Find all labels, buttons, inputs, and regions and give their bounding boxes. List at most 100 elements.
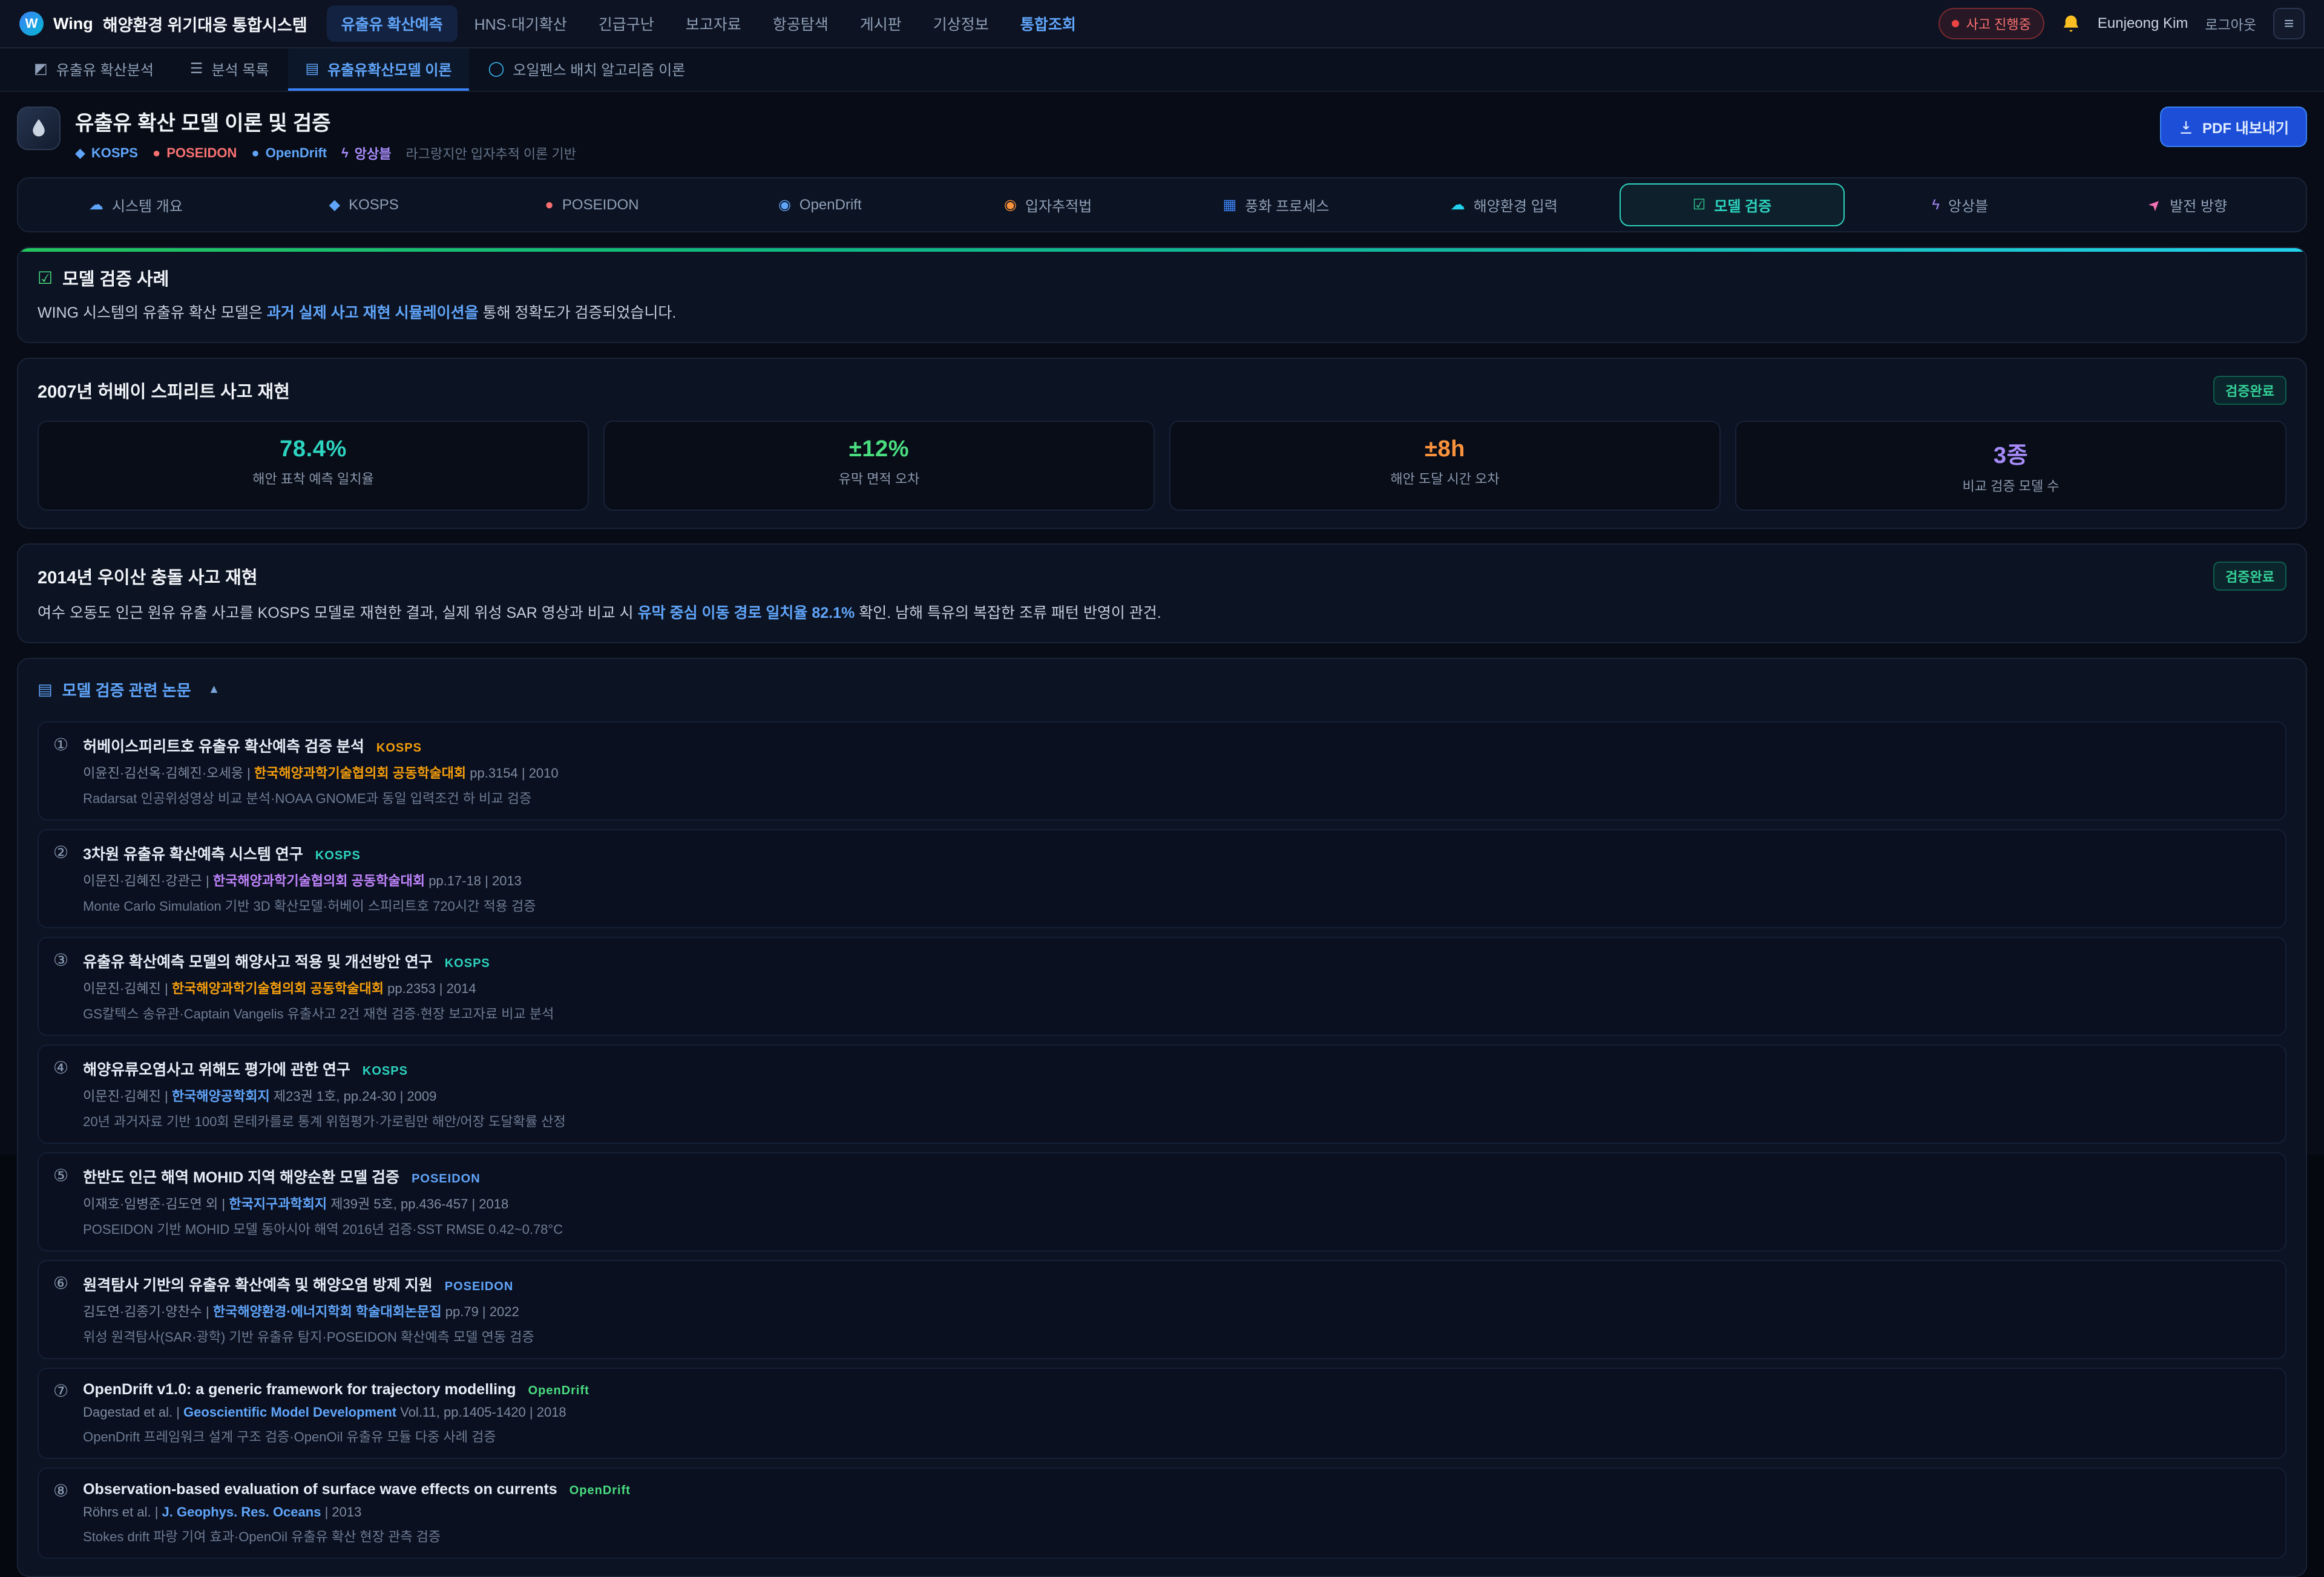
section-tab-label: KOSPS <box>349 197 399 214</box>
stat-label: 해안 도달 시간 오차 <box>1183 468 1707 488</box>
paper-row[interactable]: ② 3차원 유출유 확산예측 시스템 연구 KOSPS 이문진·김혜진·강관근 … <box>38 829 2286 928</box>
section-tab[interactable]: ☁ 해양환경 입력 <box>1391 183 1617 226</box>
paper-journal: Geoscientific Model Development <box>183 1405 396 1420</box>
wuisan-body: 여수 오동도 인근 원유 유출 사고를 KOSPS 모델로 재현한 결과, 실제… <box>38 602 2286 625</box>
section-tab[interactable]: ● POSEIDON <box>479 183 705 226</box>
paper-row[interactable]: ⑤ 한반도 인근 해역 MOHID 지역 해양순환 모델 검증 POSEIDON… <box>38 1152 2286 1251</box>
nav-item[interactable]: HNS·대기확산 <box>460 5 582 42</box>
nav-item[interactable]: 기상정보 <box>919 5 1003 42</box>
stat-box: ±12% 유막 면적 오차 <box>603 421 1155 511</box>
section-tab[interactable]: ☁ 시스템 개요 <box>23 183 249 226</box>
sub-tab[interactable]: ☰ 분석 목록 <box>173 48 286 91</box>
nav-item[interactable]: 보고자료 <box>671 5 756 42</box>
paper-number: ① <box>53 735 68 807</box>
sub-tab-label: 오일펜스 배치 알고리즘 이론 <box>513 58 685 79</box>
paper-title: Observation-based evaluation of surface … <box>83 1481 557 1498</box>
paper-number: ② <box>53 842 68 915</box>
paper-description: Stokes drift 파랑 기여 효과·OpenOil 유출유 확산 현장 … <box>83 1526 631 1546</box>
hamburger-menu-button[interactable]: ≡ <box>2273 8 2305 39</box>
section-tab[interactable]: ➤ 발전 방향 <box>2075 183 2301 226</box>
incident-label: 사고 진행중 <box>1966 14 2031 33</box>
paper-row[interactable]: ⑧ Observation-based evaluation of surfac… <box>38 1467 2286 1559</box>
pdf-export-button[interactable]: PDF 내보내기 <box>2160 107 2307 147</box>
checkbox-icon: ☑ <box>38 268 53 288</box>
paper-title: 원격탐사 기반의 유출유 확산예측 및 해양오염 방제 지원 <box>83 1273 433 1295</box>
stat-label: 비교 검증 모델 수 <box>1748 476 2273 495</box>
wuisan-link[interactable]: 유막 중심 이동 경로 일치율 82.1% <box>638 605 855 621</box>
stat-label: 해안 표착 예측 일치율 <box>51 468 576 488</box>
paper-model-tag: KOSPS <box>363 1064 408 1078</box>
nav-item[interactable]: 항공탐색 <box>758 5 843 42</box>
paper-content: 3차원 유출유 확산예측 시스템 연구 KOSPS 이문진·김혜진·강관근 | … <box>83 842 536 915</box>
hebei-card-head: 2007년 허베이 스피리트 사고 재현 검증완료 <box>38 376 2286 405</box>
paper-row[interactable]: ① 허베이스피리트호 유출유 확산예측 검증 분석 KOSPS 이윤진·김선옥·… <box>38 721 2286 821</box>
section-tab[interactable]: ◆ KOSPS <box>251 183 477 226</box>
stat-value: 3종 <box>1748 436 2273 470</box>
papers-header[interactable]: ▤ 모델 검증 관련 논문 ▲ <box>38 676 2286 713</box>
stat-box: 78.4% 해안 표착 예측 일치율 <box>38 421 589 511</box>
page-header: 유출유 확산 모델 이론 및 검증 ◆ KOSPS ● POSEIDON ● <box>17 107 2307 163</box>
paper-content: 허베이스피리트호 유출유 확산예측 검증 분석 KOSPS 이윤진·김선옥·김혜… <box>83 735 559 807</box>
bolt-icon: ϟ <box>1932 198 1940 212</box>
section-tab-label: OpenDrift <box>799 197 862 214</box>
paper-row[interactable]: ③ 유출유 확산예측 모델의 해양사고 적용 및 개선방안 연구 KOSPS 이… <box>38 937 2286 1036</box>
paper-row[interactable]: ⑥ 원격탐사 기반의 유출유 확산예측 및 해양오염 방제 지원 POSEIDO… <box>38 1260 2286 1359</box>
collapse-icon[interactable]: ▲ <box>208 683 220 697</box>
sub-tab-label: 유출유확산모델 이론 <box>327 58 451 79</box>
intro-link[interactable]: 과거 실제 사고 재현 시뮬레이션을 <box>267 304 479 321</box>
document-icon: ▤ <box>38 680 53 699</box>
paper-model-tag: OpenDrift <box>528 1384 589 1398</box>
paper-content: OpenDrift v1.0: a generic framework for … <box>83 1381 589 1446</box>
logout-button[interactable]: 로그아웃 <box>2205 13 2256 34</box>
stat-value: 78.4% <box>51 436 576 462</box>
paper-journal: 한국해양과학기술협의회 공동학술대회 <box>254 766 466 781</box>
paper-journal: 한국해양공학회지 <box>172 1089 270 1104</box>
section-tab[interactable]: ϟ 앙상블 <box>1847 183 2073 226</box>
paper-number: ⑧ <box>53 1481 68 1546</box>
paper-citation: 이윤진·김선옥·김혜진·오세웅 | 한국해양과학기술협의회 공동학술대회 pp.… <box>83 762 559 782</box>
ring-icon: ◉ <box>778 198 791 212</box>
nav-item[interactable]: 긴급구난 <box>584 5 669 42</box>
paper-citation: 이재호·임병준·김도연 외 | 한국지구과학회지 제39권 5호, pp.436… <box>83 1193 563 1213</box>
paper-row[interactable]: ⑦ OpenDrift v1.0: a generic framework fo… <box>38 1368 2286 1459</box>
section-tab-label: 입자추적법 <box>1025 194 1092 215</box>
stat-label: 유막 면적 오차 <box>617 468 1141 488</box>
paper-description: 20년 과거자료 기반 100회 몬테카를로 통계 위험평가·가로림만 해안/어… <box>83 1111 566 1130</box>
section-tab-label: 앙상블 <box>1948 194 1988 215</box>
section-tab-label: 시스템 개요 <box>112 194 183 215</box>
sub-tab[interactable]: ◯ 오일펜스 배치 알고리즘 이론 <box>471 48 703 91</box>
section-tab[interactable]: ◉ 입자추적법 <box>935 183 1161 226</box>
papers-card: ▤ 모델 검증 관련 논문 ▲ ① 허베이스피리트호 유출유 확산예측 검증 분… <box>17 658 2307 1577</box>
sub-tab-label: 분석 목록 <box>211 58 269 79</box>
app-logo[interactable]: W Wing 해양환경 위기대응 통합시스템 <box>19 11 307 36</box>
sub-tabbar: ◩ 유출유 확산분석 ☰ 분석 목록 ▤ 유출유확산모델 이론 ◯ 오일펜스 배… <box>0 48 2324 92</box>
paper-citation: Röhrs et al. | J. Geophys. Res. Oceans |… <box>83 1504 631 1520</box>
paper-description: 위성 원격탐사(SAR·광학) 기반 유출유 탐지·POSEIDON 확산예측 … <box>83 1326 534 1346</box>
sub-tab[interactable]: ▤ 유출유확산모델 이론 <box>288 48 468 91</box>
paper-row[interactable]: ④ 해양유류오염사고 위해도 평가에 관한 연구 KOSPS 이문진·김혜진 |… <box>38 1044 2286 1144</box>
paper-description: Radarsat 인공위성영상 비교 분석·NOAA GNOME과 동일 입력조… <box>83 788 559 807</box>
cloud-icon: ☁ <box>89 198 103 212</box>
incident-status-badge[interactable]: 사고 진행중 <box>1938 8 2044 39</box>
section-tab-label: 발전 방향 <box>2170 194 2227 215</box>
page-title: 유출유 확산 모델 이론 및 검증 <box>75 107 576 136</box>
nav-item[interactable]: 유출유 확산예측 <box>327 5 458 42</box>
section-tabs: ☁ 시스템 개요 ◆ KOSPS ● POSEIDON ◉ OpenDrift … <box>17 177 2307 232</box>
stat-box: ±8h 해안 도달 시간 오차 <box>1169 421 1721 511</box>
paper-description: OpenDrift 프레임워크 설계 구조 검증·OpenOil 유출유 모듈 … <box>83 1426 589 1446</box>
sub-tab[interactable]: ◩ 유출유 확산분석 <box>17 48 171 91</box>
paper-title: 유출유 확산예측 모델의 해양사고 적용 및 개선방안 연구 <box>83 950 433 972</box>
section-tab[interactable]: ☑ 모델 검증 <box>1620 183 1845 226</box>
section-tab[interactable]: ▦ 풍화 프로세스 <box>1163 183 1389 226</box>
paper-title: 3차원 유출유 확산예측 시스템 연구 <box>83 842 303 864</box>
diamond-icon: ◆ <box>75 145 85 161</box>
main-nav: 유출유 확산예측 HNS·대기확산 긴급구난 보고자료 항공탐색 게시판 기상정… <box>327 5 1091 42</box>
notification-bell-icon[interactable] <box>2061 14 2081 33</box>
nav-item[interactable]: 통합조회 <box>1006 5 1091 42</box>
section-tab[interactable]: ◉ OpenDrift <box>707 183 933 226</box>
intro-card-head: ☑ 모델 검증 사례 <box>38 265 2286 290</box>
section-tab-label: 풍화 프로세스 <box>1245 194 1329 215</box>
nav-item[interactable]: 게시판 <box>845 5 916 42</box>
document-icon: ▤ <box>305 60 319 77</box>
wuisan-title: 2014년 우이산 충돌 사고 재현 <box>38 563 258 589</box>
